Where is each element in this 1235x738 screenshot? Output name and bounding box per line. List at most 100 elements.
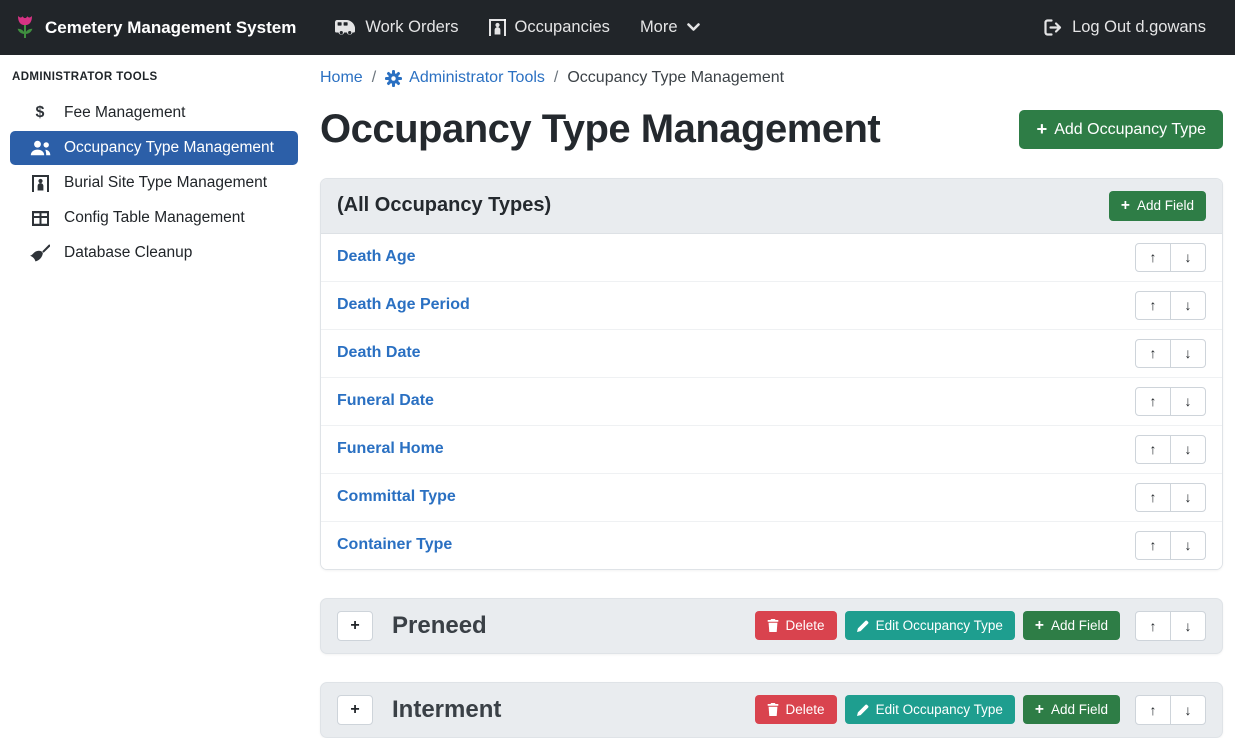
add-field-label: Add Field — [1051, 702, 1108, 717]
sidebar-heading: ADMINISTRATOR TOOLS — [0, 61, 308, 95]
all-occupancy-types-title: (All Occupancy Types) — [337, 194, 551, 217]
nav-occupancies[interactable]: Occupancies — [474, 10, 625, 45]
pencil-icon — [857, 620, 869, 632]
move-up-button[interactable]: ↑ — [1135, 611, 1171, 641]
delete-button[interactable]: Delete — [755, 611, 837, 640]
sidebar-item-label: Database Cleanup — [64, 244, 192, 262]
move-down-button[interactable]: ↓ — [1170, 435, 1206, 464]
move-down-button[interactable]: ↓ — [1170, 243, 1206, 272]
sidebar-item-config-table-management[interactable]: Config Table Management — [10, 201, 298, 235]
gear-icon — [385, 70, 402, 87]
breadcrumb-separator: / — [554, 69, 558, 87]
breadcrumb-home[interactable]: Home — [320, 69, 363, 87]
plus-icon: + — [1121, 198, 1130, 214]
pencil-icon — [857, 704, 869, 716]
move-down-button[interactable]: ↓ — [1170, 483, 1206, 512]
move-up-button[interactable]: ↑ — [1135, 243, 1171, 272]
van-icon — [335, 19, 356, 36]
field-link-committal-type[interactable]: Committal Type — [337, 488, 456, 506]
all-occupancy-types-header: (All Occupancy Types) + Add Field — [321, 179, 1222, 234]
occupancy-type-title: Interment — [392, 696, 755, 724]
trash-icon — [767, 703, 779, 716]
expand-button[interactable]: + — [337, 611, 373, 641]
add-field-button[interactable]: + Add Field — [1023, 611, 1120, 641]
plus-icon: + — [1035, 702, 1044, 718]
move-up-button[interactable]: ↑ — [1135, 531, 1171, 560]
occupancy-type-card-preneed: + Preneed Delete — [320, 598, 1223, 654]
field-link-funeral-home[interactable]: Funeral Home — [337, 440, 444, 458]
reorder-buttons: ↑ ↓ — [1135, 243, 1206, 272]
field-row: Funeral Date ↑ ↓ — [321, 377, 1222, 425]
reorder-buttons: ↑ ↓ — [1135, 695, 1206, 725]
users-icon — [29, 140, 51, 156]
move-up-button[interactable]: ↑ — [1135, 435, 1171, 464]
sidebar-item-occupancy-type-management[interactable]: Occupancy Type Management — [10, 131, 298, 165]
reorder-buttons: ↑ ↓ — [1135, 483, 1206, 512]
reorder-buttons: ↑ ↓ — [1135, 435, 1206, 464]
field-link-funeral-date[interactable]: Funeral Date — [337, 392, 434, 410]
plus-icon: + — [1036, 120, 1047, 138]
add-field-button[interactable]: + Add Field — [1109, 191, 1206, 221]
field-link-death-date[interactable]: Death Date — [337, 344, 421, 362]
field-row: Death Age ↑ ↓ — [321, 234, 1222, 281]
nav-work-orders[interactable]: Work Orders — [320, 10, 473, 45]
reorder-buttons: ↑ ↓ — [1135, 531, 1206, 560]
add-field-label: Add Field — [1051, 618, 1108, 633]
app-brand[interactable]: Cemetery Management System — [14, 14, 296, 41]
edit-occupancy-type-button[interactable]: Edit Occupancy Type — [845, 695, 1015, 724]
admin-tools-sidebar: ADMINISTRATOR TOOLS $ Fee Management Occ… — [0, 55, 308, 738]
move-down-button[interactable]: ↓ — [1170, 695, 1206, 725]
reorder-buttons: ↑ ↓ — [1135, 291, 1206, 320]
add-occupancy-type-label: Add Occupancy Type — [1054, 121, 1206, 139]
sidebar-item-label: Config Table Management — [64, 209, 245, 227]
reorder-buttons: ↑ ↓ — [1135, 339, 1206, 368]
plus-icon: + — [1035, 618, 1044, 634]
field-row: Committal Type ↑ ↓ — [321, 473, 1222, 521]
breadcrumb-administrator-tools[interactable]: Administrator Tools — [385, 69, 545, 87]
field-link-death-age-period[interactable]: Death Age Period — [337, 296, 470, 314]
occupancy-type-card-interment: + Interment Delete — [320, 682, 1223, 738]
top-navbar: Cemetery Management System Work Orders O… — [0, 0, 1235, 55]
move-up-button[interactable]: ↑ — [1135, 387, 1171, 416]
move-up-button[interactable]: ↑ — [1135, 291, 1171, 320]
breadcrumb-separator: / — [372, 69, 376, 87]
field-link-death-age[interactable]: Death Age — [337, 248, 416, 266]
dollar-icon: $ — [29, 104, 51, 122]
nav-occupancies-label: Occupancies — [515, 18, 610, 37]
field-row: Funeral Home ↑ ↓ — [321, 425, 1222, 473]
delete-label: Delete — [786, 618, 825, 633]
move-down-button[interactable]: ↓ — [1170, 531, 1206, 560]
move-down-button[interactable]: ↓ — [1170, 387, 1206, 416]
add-field-label: Add Field — [1137, 198, 1194, 213]
sidebar-item-burial-site-type-management[interactable]: Burial Site Type Management — [10, 166, 298, 200]
move-up-button[interactable]: ↑ — [1135, 339, 1171, 368]
edit-occupancy-type-label: Edit Occupancy Type — [876, 618, 1003, 633]
move-down-button[interactable]: ↓ — [1170, 611, 1206, 641]
logout-label: Log Out d.gowans — [1072, 18, 1206, 37]
sidebar-item-label: Burial Site Type Management — [64, 174, 267, 192]
table-icon — [29, 211, 51, 226]
move-down-button[interactable]: ↓ — [1170, 339, 1206, 368]
nav-more-label: More — [640, 18, 678, 37]
sidebar-item-fee-management[interactable]: $ Fee Management — [10, 96, 298, 130]
move-up-button[interactable]: ↑ — [1135, 695, 1171, 725]
sidebar-item-database-cleanup[interactable]: Database Cleanup — [10, 236, 298, 270]
delete-button[interactable]: Delete — [755, 695, 837, 724]
move-up-button[interactable]: ↑ — [1135, 483, 1171, 512]
delete-label: Delete — [786, 702, 825, 717]
field-link-container-type[interactable]: Container Type — [337, 536, 452, 554]
field-row: Container Type ↑ ↓ — [321, 521, 1222, 569]
breadcrumb-current: Occupancy Type Management — [567, 69, 784, 87]
app-title: Cemetery Management System — [45, 18, 296, 38]
edit-occupancy-type-button[interactable]: Edit Occupancy Type — [845, 611, 1015, 640]
trash-icon — [767, 619, 779, 632]
add-field-button[interactable]: + Add Field — [1023, 695, 1120, 725]
nav-more[interactable]: More — [625, 10, 715, 45]
occupancy-type-actions: Delete Edit Occupancy Type + Add Field ↑ — [755, 611, 1206, 641]
move-down-button[interactable]: ↓ — [1170, 291, 1206, 320]
logout-icon — [1044, 19, 1063, 36]
add-occupancy-type-button[interactable]: + Add Occupancy Type — [1019, 110, 1223, 148]
logout-link[interactable]: Log Out d.gowans — [1029, 10, 1221, 45]
sidebar-item-label: Occupancy Type Management — [64, 139, 274, 157]
expand-button[interactable]: + — [337, 695, 373, 725]
